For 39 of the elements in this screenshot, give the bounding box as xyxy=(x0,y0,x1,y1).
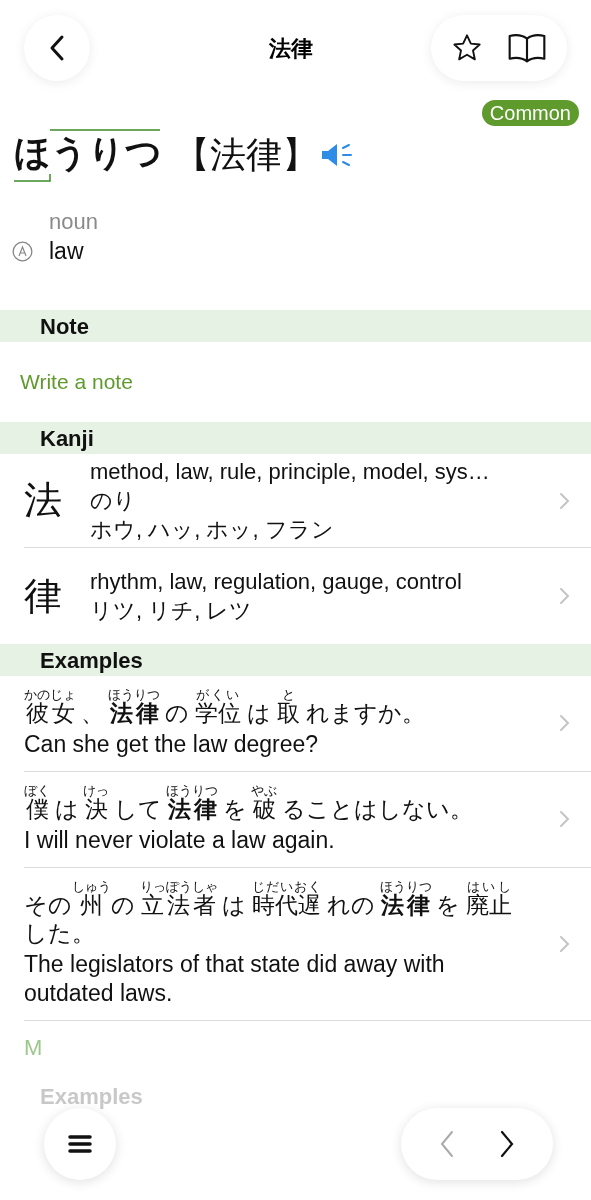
back-icon xyxy=(49,34,65,62)
on-reading: リツ, リチ, レツ xyxy=(90,597,254,625)
kanji-character: 律 xyxy=(24,573,63,619)
example-translation: I will never violate a law again. xyxy=(24,825,336,855)
example-row[interactable]: 彼女 かのじょ 、 法律 ほうりつ の 学位 がくい は 取 と れますか。 Can she get the law degree? xyxy=(24,676,591,772)
meaning-text: law xyxy=(49,237,84,266)
on-reading: ホウ, ハッ, ホッ, フラン xyxy=(90,516,335,544)
chevron-icon xyxy=(559,490,571,511)
reading-text: ほうりつ xyxy=(14,132,162,173)
kanji-row[interactable]: 律 rhythm, law, regulation, gauge, control リツ, リチ, レツ xyxy=(24,548,591,644)
next-icon[interactable] xyxy=(499,1130,515,1158)
book-icon[interactable] xyxy=(507,32,547,64)
part-of-speech: noun xyxy=(49,208,99,236)
example-sentence: その 州 しゅう の 立法者 りっぽうしゃ は 時代遅 じだいおく れの 法律 ほうりつ を 廃止 はいし した。 xyxy=(24,879,513,948)
chevron-icon xyxy=(559,809,571,830)
pitch-drop-mark xyxy=(14,173,52,182)
kanji-meanings: rhythm, law, regulation, gauge, control xyxy=(90,568,463,596)
page-title: 法律 xyxy=(268,34,313,63)
kanji-character: 法 xyxy=(24,478,63,523)
kun-reading: のり xyxy=(90,487,137,515)
section-header: Note xyxy=(0,310,591,342)
kanji-text: 【法律】 xyxy=(174,133,318,177)
chevron-icon xyxy=(559,713,571,734)
example-translation: Can she get the law degree? xyxy=(24,729,320,759)
kanji-meanings: method, law, rule, principle, model, sys… xyxy=(90,458,491,486)
example-sentence: 僕 ぼく は 決 けっ して 法律 ほうりつ を 破 やぶ ることはしない。 xyxy=(24,783,474,824)
example-row[interactable]: 僕 ぼく は 決 けっ して 法律 ほうりつ を 破 やぶ ることはしない。 I will never violate a law again. xyxy=(24,771,591,868)
example-sentence: 彼女 かのじょ 、 法律 ほうりつ の 学位 がくい は 取 と れますか。 xyxy=(24,688,426,728)
chevron-icon xyxy=(559,586,571,606)
menu-icon xyxy=(68,1134,92,1154)
a-circle-icon xyxy=(12,240,33,262)
section-header: Kanji xyxy=(0,422,591,454)
common-badge: Common xyxy=(481,100,579,126)
section-header: Examples xyxy=(0,644,591,676)
example-translation: The legislators of that state did away with outdated laws. xyxy=(24,950,446,1008)
example-row[interactable]: その 州 しゅう の 立法者 りっぽうしゃ は 時代遅 じだいおく れの 法律 ほうりつ を 廃止 はいし した。 The legislators of that state did away with outdated laws. xyxy=(24,867,591,1021)
chevron-icon xyxy=(559,933,571,954)
kanji-row[interactable]: 法 method, law, rule, principle, model, sys… のり ホウ, ハッ, ホッ, フラン xyxy=(24,454,591,548)
speaker-icon[interactable] xyxy=(320,141,354,169)
